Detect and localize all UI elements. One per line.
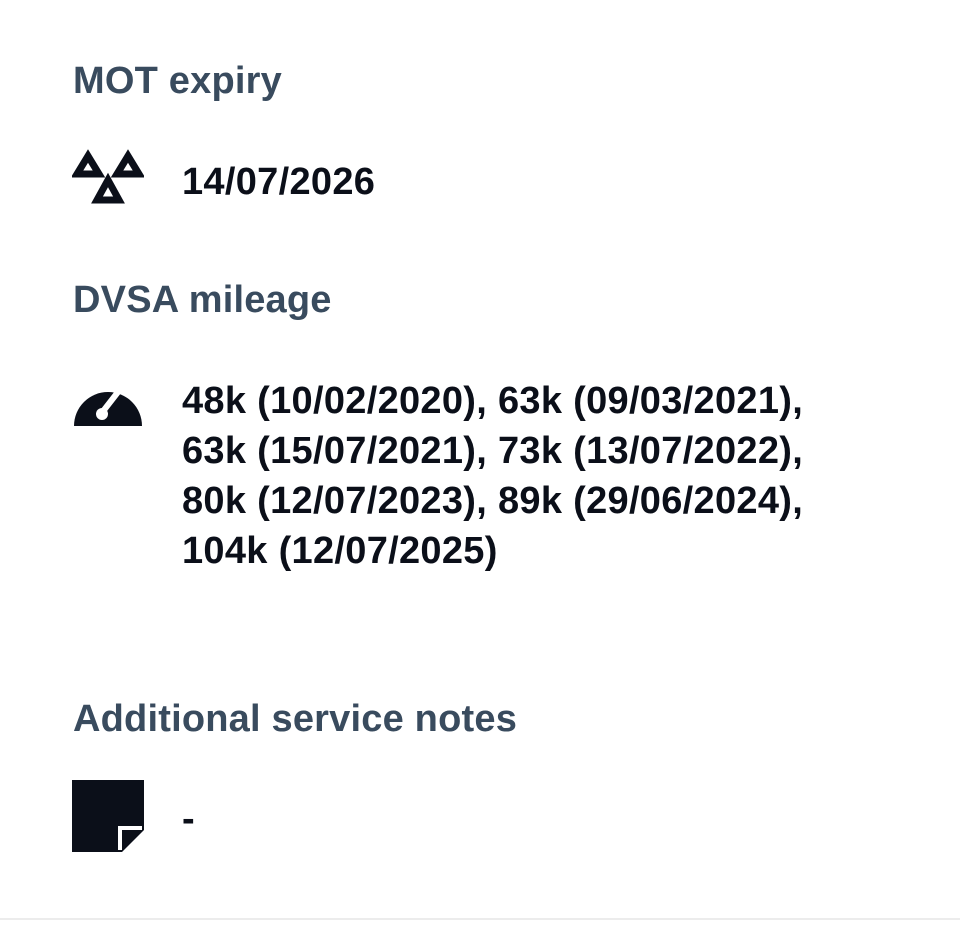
mot-triangles-icon: [70, 148, 146, 220]
note-icon: [72, 780, 144, 852]
mot-expiry-heading: MOT expiry: [73, 60, 282, 102]
service-notes-heading: Additional service notes: [73, 698, 518, 740]
dvsa-mileage-row: 48k (10/02/2020), 63k (09/03/2021), 63k …: [72, 372, 940, 632]
mot-expiry-date: 14/07/2026: [182, 161, 376, 203]
mot-expiry-row: 14/07/2026: [70, 148, 940, 220]
dvsa-mileage-heading: DVSA mileage: [73, 279, 332, 321]
speedometer-icon: [72, 372, 144, 444]
service-notes-value: -: [182, 798, 195, 840]
bottom-divider: [0, 918, 960, 920]
service-notes-row: -: [72, 780, 940, 852]
dvsa-mileage-history: 48k (10/02/2020), 63k (09/03/2021), 63k …: [182, 380, 804, 572]
